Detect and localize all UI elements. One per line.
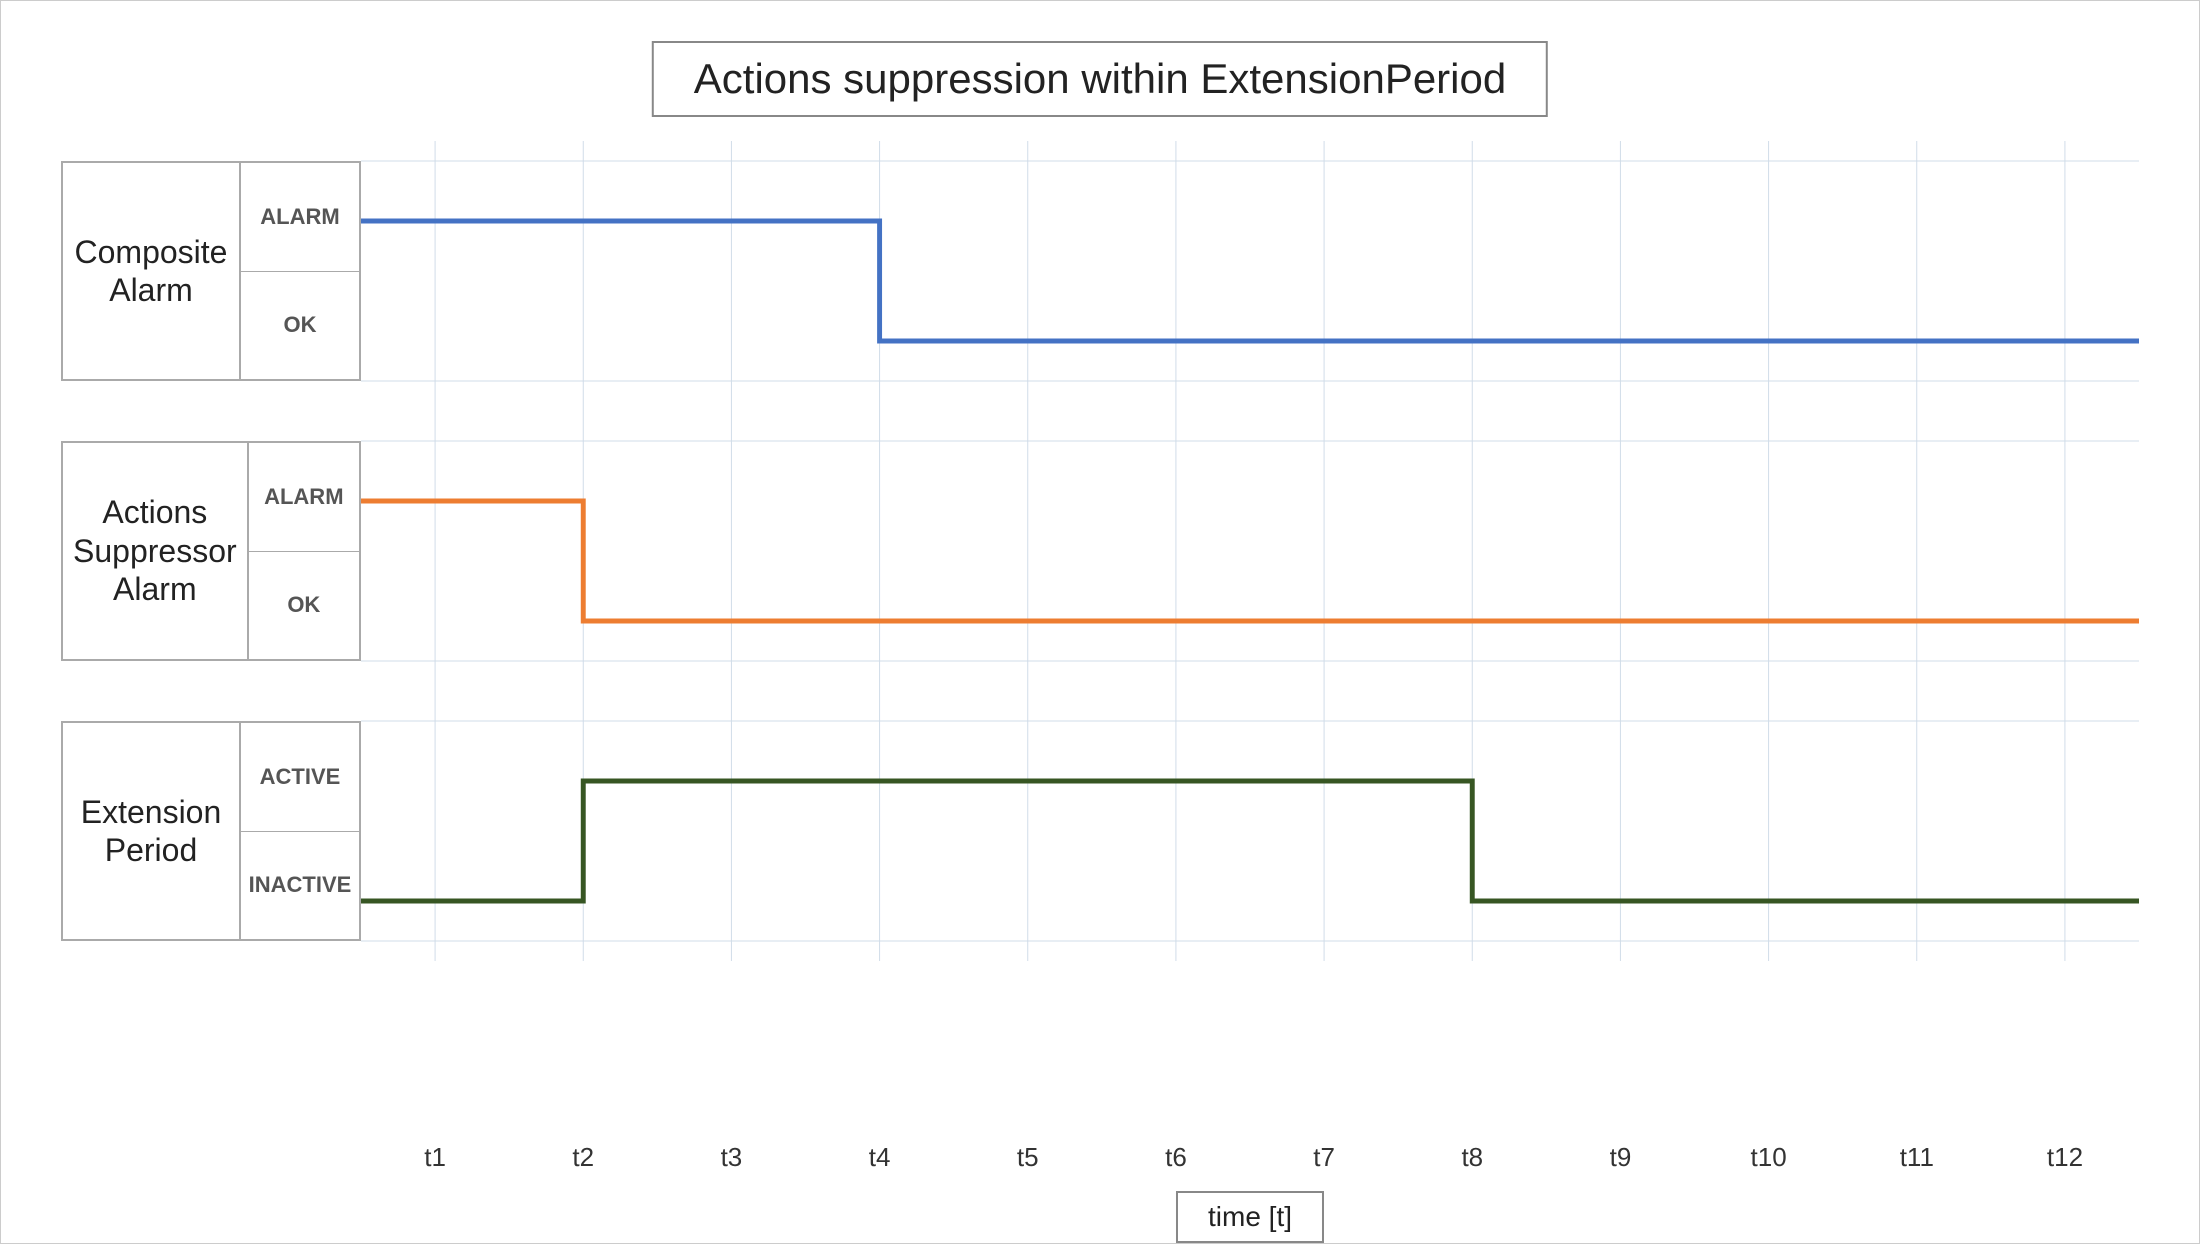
composite-alarm-state-alarm: ALARM xyxy=(241,163,359,272)
x-tick-t7: t7 xyxy=(1250,1142,1398,1173)
composite-alarm-states: ALARM OK xyxy=(239,163,359,379)
suppressor-alarm-state-ok: OK xyxy=(249,552,359,660)
x-tick-t10: t10 xyxy=(1695,1142,1843,1173)
x-tick-t11: t11 xyxy=(1843,1142,1991,1173)
extension-period-label-box: Extension Period ACTIVE INACTIVE xyxy=(61,721,361,941)
suppressor-alarm-label: Actions Suppressor Alarm xyxy=(63,443,247,659)
extension-period-state-inactive: INACTIVE xyxy=(241,832,359,940)
x-axis-label: time [t] xyxy=(1176,1191,1324,1243)
x-tick-t9: t9 xyxy=(1546,1142,1694,1173)
x-tick-t5: t5 xyxy=(954,1142,1102,1173)
chart-container: Actions suppression within ExtensionPeri… xyxy=(0,0,2200,1244)
extension-period-state-active: ACTIVE xyxy=(241,723,359,832)
x-tick-t1: t1 xyxy=(361,1142,509,1173)
waveform-svg xyxy=(361,141,2139,961)
x-tick-t4: t4 xyxy=(806,1142,954,1173)
composite-alarm-waveform xyxy=(361,221,2139,341)
suppressor-alarm-state-alarm: ALARM xyxy=(249,443,359,552)
chart-title: Actions suppression within ExtensionPeri… xyxy=(652,41,1548,117)
composite-alarm-label-box: Composite Alarm ALARM OK xyxy=(61,161,361,381)
x-tick-t3: t3 xyxy=(657,1142,805,1173)
x-tick-t12: t12 xyxy=(1991,1142,2139,1173)
suppressor-alarm-waveform xyxy=(361,501,2139,621)
extension-period-label: Extension Period xyxy=(63,723,239,939)
x-axis: t1 t2 t3 t4 t5 t6 t7 t8 t9 t10 t11 t12 xyxy=(361,1142,2139,1173)
suppressor-alarm-label-box: Actions Suppressor Alarm ALARM OK xyxy=(61,441,361,661)
x-tick-t2: t2 xyxy=(509,1142,657,1173)
x-tick-t6: t6 xyxy=(1102,1142,1250,1173)
composite-alarm-label: Composite Alarm xyxy=(63,163,239,379)
chart-area: Composite Alarm ALARM OK Actions Suppres… xyxy=(61,141,2139,1103)
extension-period-states: ACTIVE INACTIVE xyxy=(239,723,359,939)
extension-period-waveform xyxy=(361,781,2139,901)
composite-alarm-state-ok: OK xyxy=(241,272,359,380)
suppressor-alarm-states: ALARM OK xyxy=(247,443,359,659)
x-tick-t8: t8 xyxy=(1398,1142,1546,1173)
